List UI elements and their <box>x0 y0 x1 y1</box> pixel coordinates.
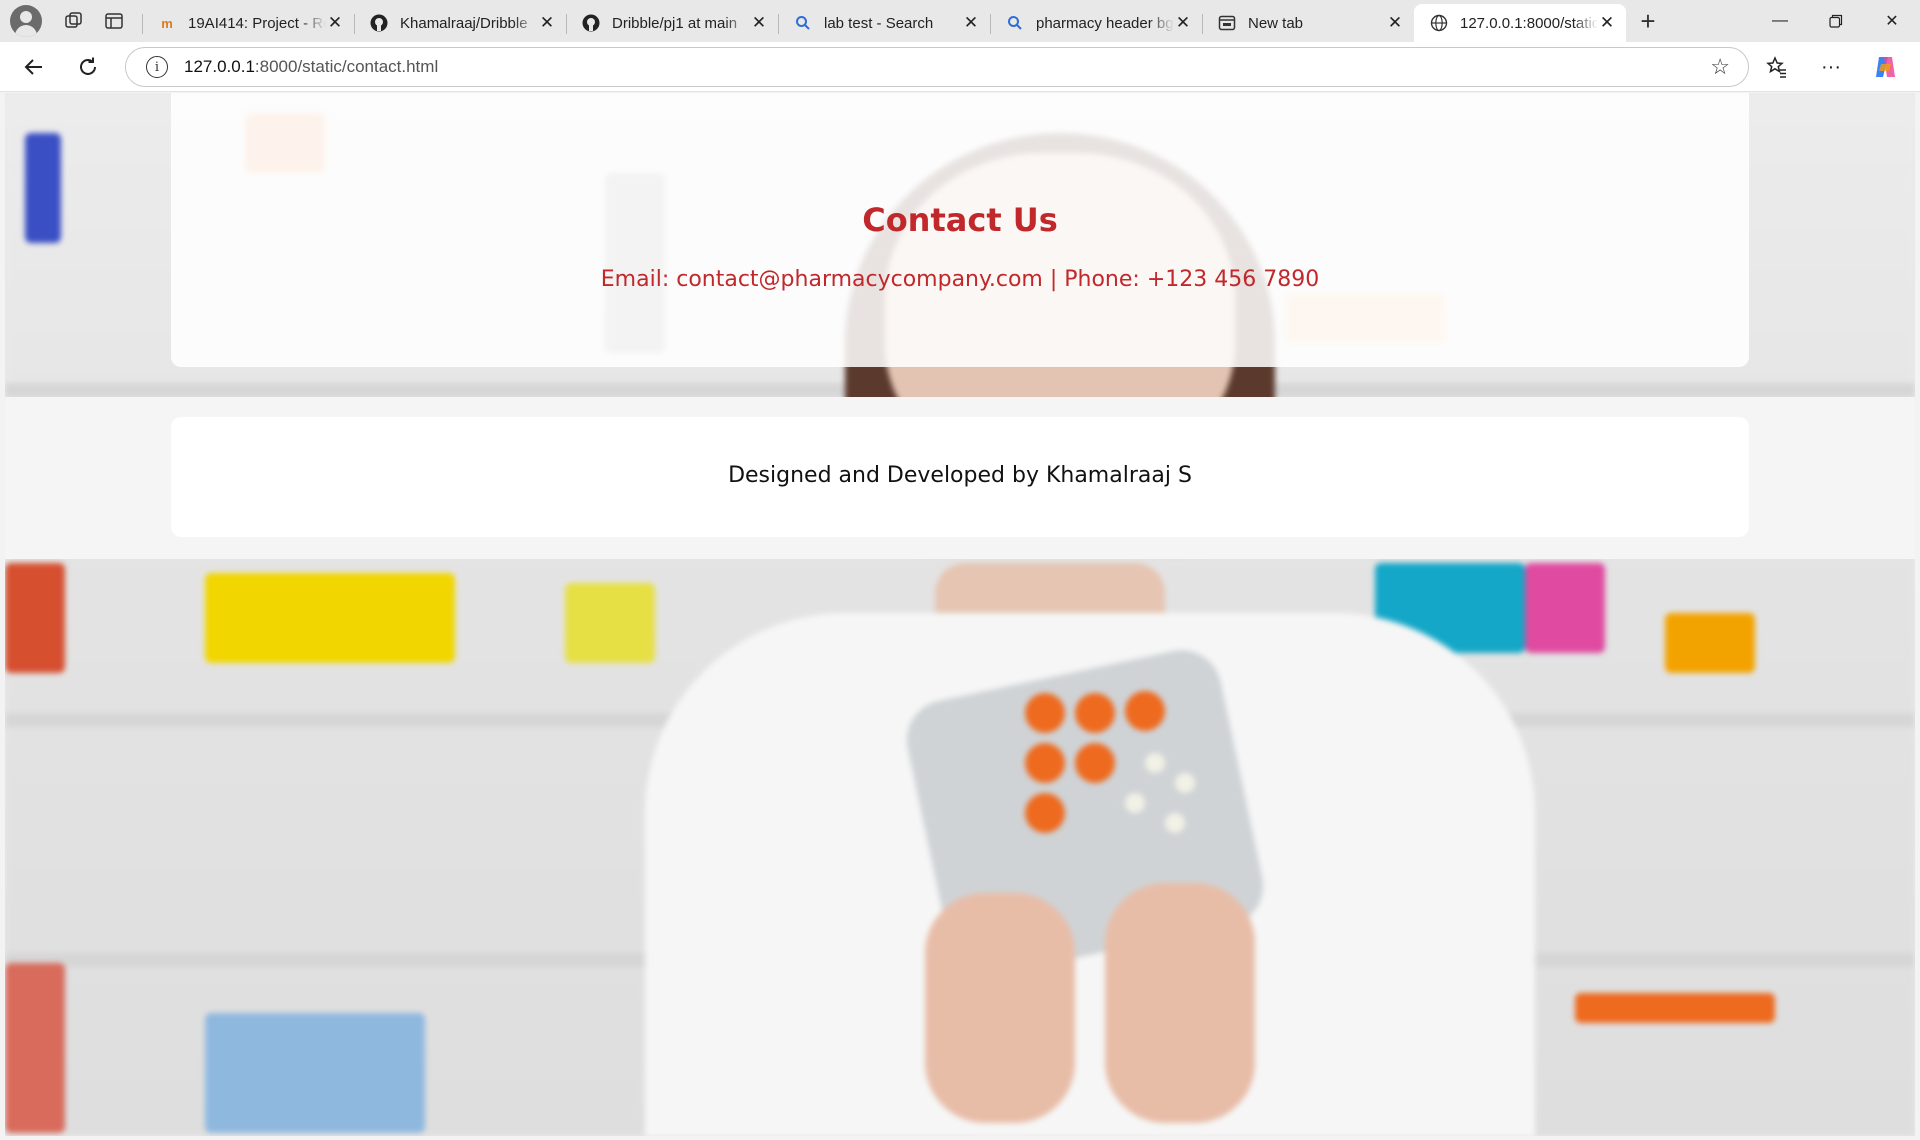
profile-avatar-icon[interactable] <box>10 5 42 37</box>
more-menu-icon[interactable]: ··· <box>1804 47 1858 87</box>
footer-section: Designed and Developed by Khamalraaj S <box>5 397 1915 559</box>
close-tab-icon[interactable]: ✕ <box>1174 13 1192 32</box>
tab-project[interactable]: m 19AI414: Project - Re ✕ <box>142 6 354 40</box>
close-tab-icon[interactable]: ✕ <box>1386 13 1404 32</box>
contact-details: Email: contact@pharmacycompany.com | Pho… <box>600 267 1320 292</box>
url-host: 127.0.0.1 <box>184 57 255 76</box>
page-title: Contact Us <box>862 201 1058 239</box>
refresh-icon[interactable] <box>66 47 110 87</box>
tab-lab-test-search[interactable]: lab test - Search ✕ <box>778 6 990 40</box>
favorites-icon[interactable] <box>1750 47 1804 87</box>
footer-card: Designed and Developed by Khamalraaj S <box>171 417 1749 537</box>
search-icon <box>794 14 812 32</box>
back-arrow-icon[interactable] <box>12 47 56 87</box>
tab-title: 19AI414: Project - Re <box>188 14 326 32</box>
favorite-star-icon[interactable]: ☆ <box>1710 54 1730 80</box>
toolbar-right: ··· <box>1750 47 1920 87</box>
url-path: :8000/static/contact.html <box>254 57 439 76</box>
workspaces-icon[interactable] <box>54 0 94 42</box>
tab-github-dribble[interactable]: Khamalraaj/Dribble ✕ <box>354 6 566 40</box>
url-text[interactable]: 127.0.0.1:8000/static/contact.html <box>184 57 438 77</box>
browser-toolbar: i 127.0.0.1:8000/static/contact.html ☆ ·… <box>0 42 1920 92</box>
close-tab-icon[interactable]: ✕ <box>326 13 344 32</box>
close-tab-icon[interactable]: ✕ <box>962 13 980 32</box>
close-tab-icon[interactable]: ✕ <box>538 13 556 32</box>
search-icon <box>1006 14 1024 32</box>
tab-title: lab test - Search <box>824 14 934 32</box>
newtab-icon <box>1218 14 1236 32</box>
tab-title: Khamalraaj/Dribble <box>400 14 528 32</box>
close-tab-icon[interactable]: ✕ <box>1598 13 1616 32</box>
new-tab-button[interactable]: + <box>1626 0 1670 42</box>
page-viewport: Contact Us Email: contact@pharmacycompan… <box>5 93 1915 1136</box>
tab-title: Dribble/pj1 at main <box>612 14 738 32</box>
tab-github-pj1[interactable]: Dribble/pj1 at main ✕ <box>566 6 778 40</box>
tab-title: 127.0.0.1:8000/static <box>1460 14 1598 32</box>
browser-tab-strip: m 19AI414: Project - Re ✕ Khamalraaj/Dri… <box>0 0 1920 42</box>
close-tab-icon[interactable]: ✕ <box>750 13 768 32</box>
site-info-icon[interactable]: i <box>146 56 168 78</box>
moodle-icon: m <box>161 15 173 31</box>
minimize-icon[interactable]: — <box>1752 0 1808 42</box>
close-window-icon[interactable]: ✕ <box>1864 0 1920 42</box>
tab-pharmacy-search[interactable]: pharmacy header bg ✕ <box>990 6 1202 40</box>
address-bar[interactable]: i 127.0.0.1:8000/static/contact.html ☆ <box>125 47 1749 87</box>
tab-title: pharmacy header bg <box>1036 14 1174 32</box>
tab-contact-page[interactable]: 127.0.0.1:8000/static ✕ <box>1414 4 1626 42</box>
github-icon <box>370 14 388 32</box>
globe-icon <box>1430 14 1448 32</box>
github-icon <box>582 14 600 32</box>
contact-header-section: Contact Us Email: contact@pharmacycompan… <box>5 93 1915 397</box>
window-controls: — ✕ <box>1752 0 1920 42</box>
copilot-icon[interactable] <box>1858 47 1912 87</box>
tab-title: New tab <box>1248 14 1304 32</box>
contact-card: Contact Us Email: contact@pharmacycompan… <box>171 93 1749 367</box>
restore-icon[interactable] <box>1808 0 1864 42</box>
tab-new-tab[interactable]: New tab ✕ <box>1202 6 1414 40</box>
vertical-tabs-icon[interactable] <box>94 0 134 42</box>
footer-credit: Designed and Developed by Khamalraaj S <box>728 463 1192 488</box>
